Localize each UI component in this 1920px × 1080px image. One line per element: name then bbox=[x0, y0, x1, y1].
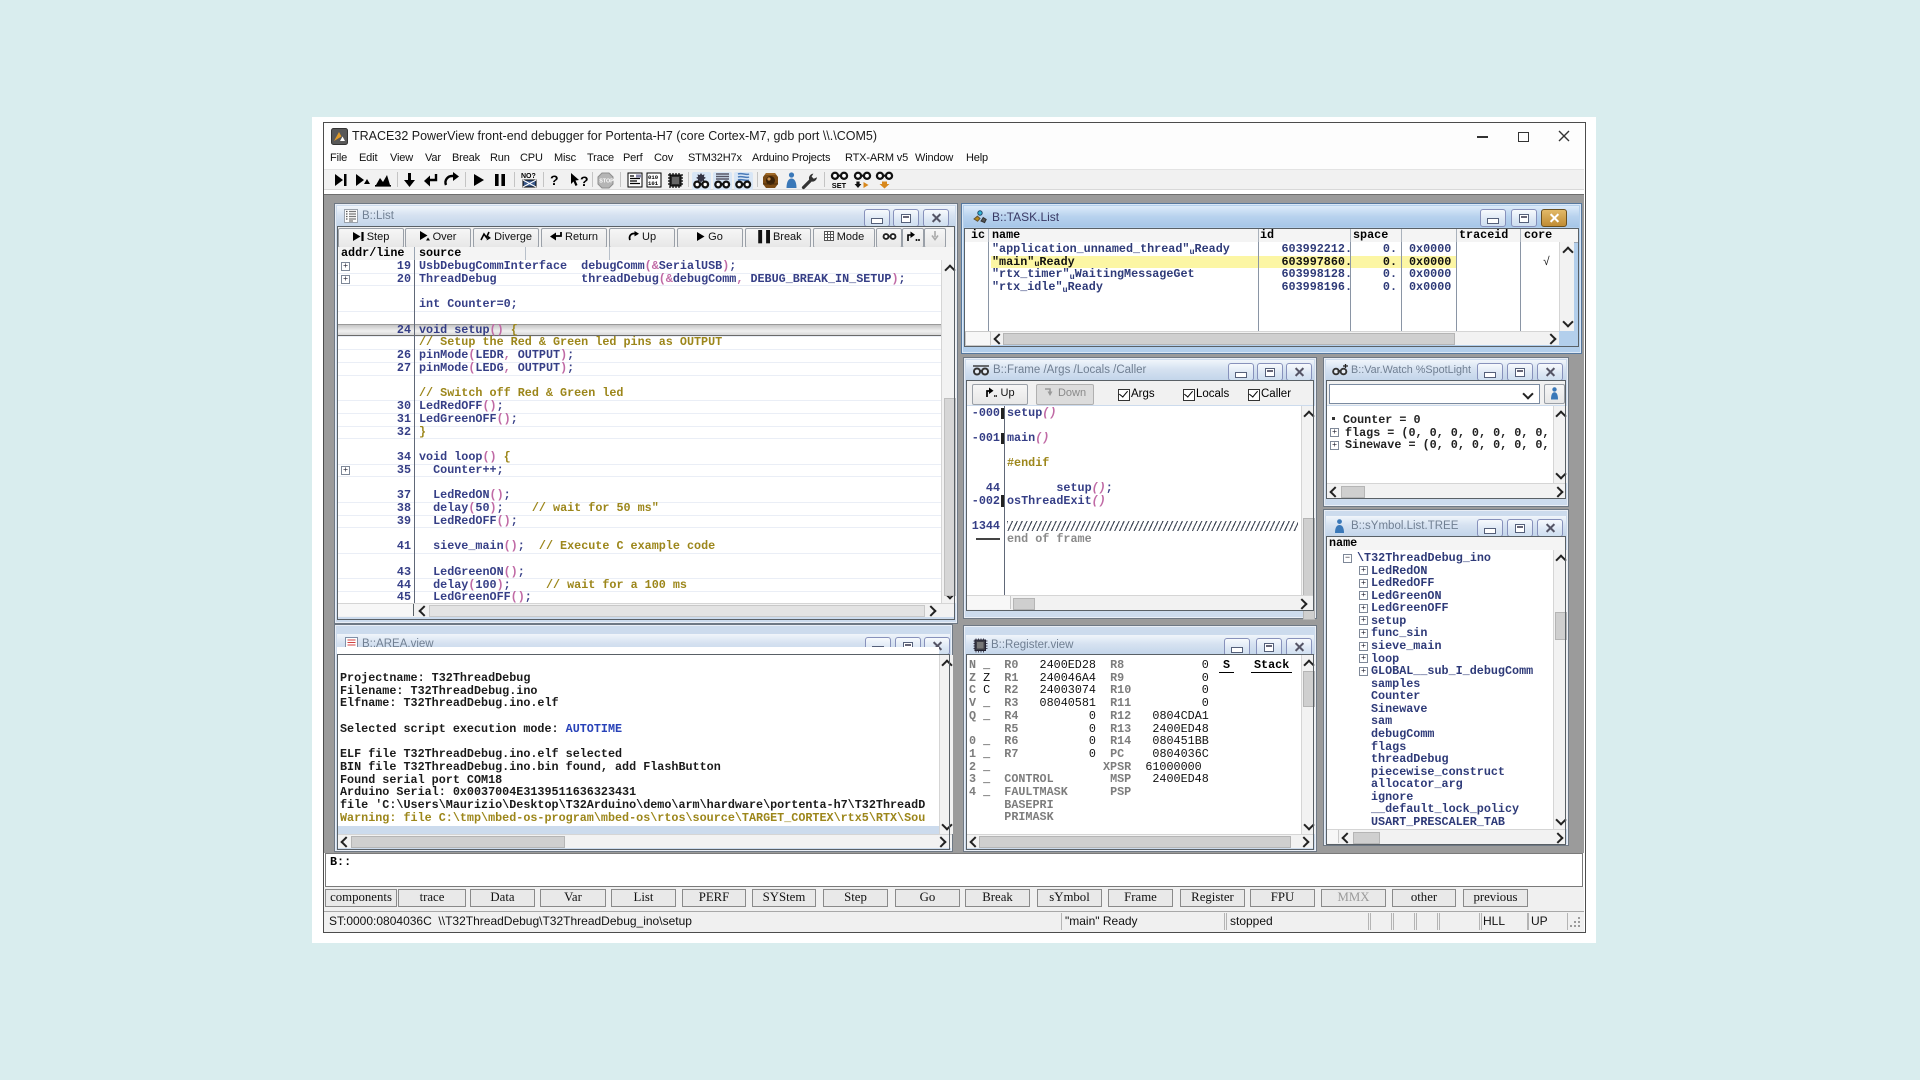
svg-text:SET: SET bbox=[832, 181, 847, 189]
svg-text:?: ? bbox=[580, 173, 589, 188]
svg-text:101: 101 bbox=[648, 180, 659, 187]
svg-text:STOP: STOP bbox=[599, 179, 614, 185]
svg-text:NO?: NO? bbox=[521, 173, 536, 180]
